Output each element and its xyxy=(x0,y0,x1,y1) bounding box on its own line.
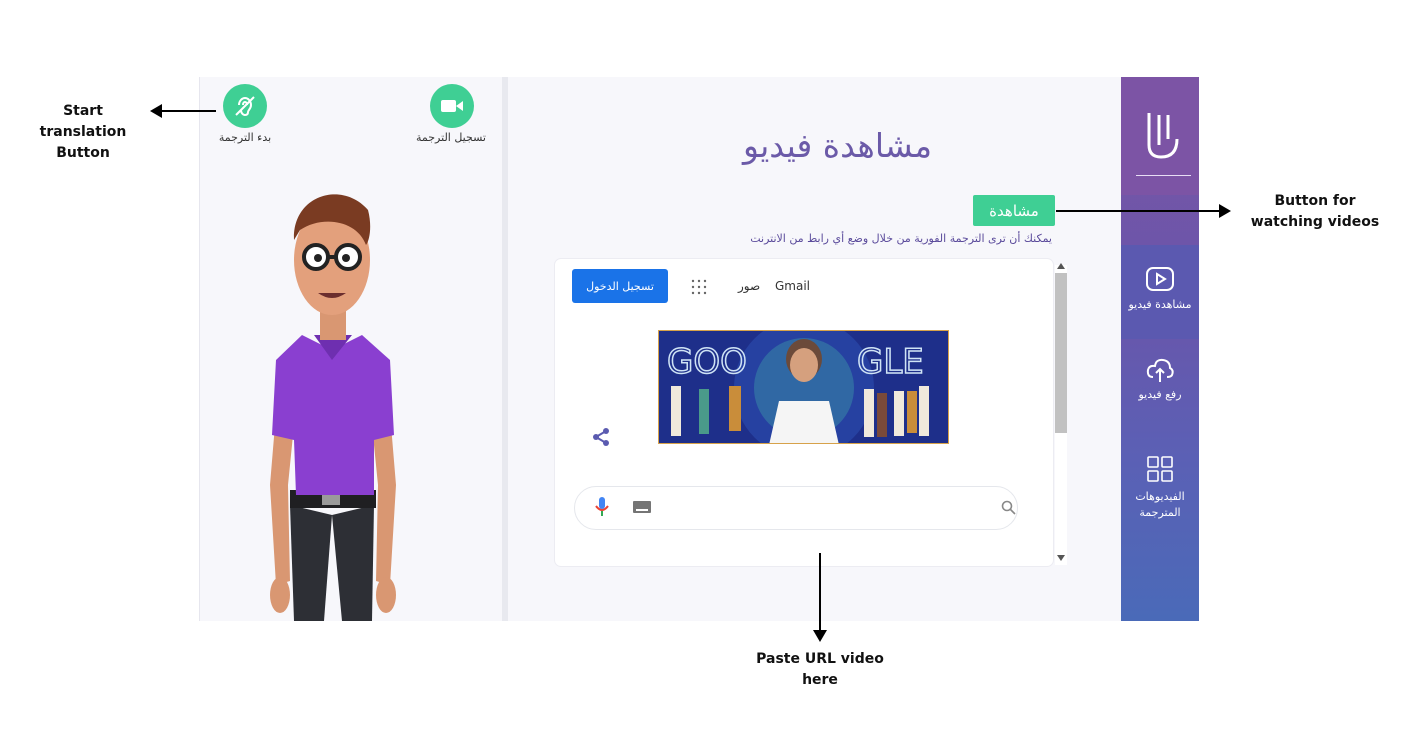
play-icon xyxy=(1146,267,1174,291)
search-icon[interactable] xyxy=(1001,500,1016,515)
logo-area xyxy=(1121,77,1199,195)
keyboard-icon[interactable] xyxy=(633,501,651,513)
page-title: مشاهدة فيديو xyxy=(743,126,932,165)
sidebar-item-label: رفع فيديو xyxy=(1138,388,1182,401)
scroll-up-arrow-icon[interactable] xyxy=(1057,263,1065,269)
logo-divider xyxy=(1136,175,1191,176)
browser-scrollbar-thumb[interactable] xyxy=(1055,273,1067,433)
doodle-letters-right: GLE xyxy=(857,342,924,382)
sidebar-item-label: الفيديوهات المترجمة xyxy=(1135,490,1185,519)
sidebar-item-upload-video[interactable]: رفع فيديو xyxy=(1121,349,1199,419)
sidebar-item-translated-videos[interactable]: الفيديوهات المترجمة xyxy=(1121,450,1199,530)
apps-grid-icon[interactable] xyxy=(690,278,708,296)
annotation-arrow-url xyxy=(819,553,821,631)
annotation-arrow-start xyxy=(160,110,216,112)
share-icon[interactable] xyxy=(590,426,612,448)
ear-icon xyxy=(235,96,255,117)
record-translation-button[interactable] xyxy=(430,84,474,128)
panel-divider xyxy=(502,77,508,621)
start-translation-label: بدء الترجمة xyxy=(218,131,272,144)
app-logo-icon xyxy=(1147,113,1179,159)
arrow-head-right-icon xyxy=(1219,204,1231,218)
doodle-letters-left: GOO xyxy=(667,342,747,382)
sidebar-item-watch-video[interactable]: مشاهدة فيديو xyxy=(1121,245,1199,339)
arrow-head-left-icon xyxy=(150,104,162,118)
record-translation-label: تسجيل الترجمة xyxy=(416,131,486,144)
video-camera-icon xyxy=(441,100,463,112)
grid-icon xyxy=(1147,456,1173,482)
images-link[interactable]: صور xyxy=(738,279,760,293)
watch-button[interactable]: مشاهدة xyxy=(973,195,1055,226)
sign-in-button[interactable]: تسجيل الدخول xyxy=(572,269,668,303)
arrow-head-down-icon xyxy=(813,630,827,642)
hint-text: يمكنك أن ترى الترجمة الفورية من خلال وضع… xyxy=(750,232,1052,245)
upload-cloud-icon xyxy=(1146,358,1174,382)
annotation-arrow-watch xyxy=(1056,210,1220,212)
start-translation-button[interactable] xyxy=(223,84,267,128)
annotation-start-translation: Start translation Button xyxy=(39,103,127,161)
sidebar-item-label: مشاهدة فيديو xyxy=(1128,298,1192,311)
annotation-paste-url: Paste URL video here xyxy=(756,651,884,688)
doodle-illustration: GOO GLE xyxy=(666,331,929,443)
google-doodle[interactable]: GOO GLE xyxy=(658,330,949,444)
annotation-watch-videos: Button for watching videos xyxy=(1250,193,1380,230)
scroll-down-arrow-icon[interactable] xyxy=(1057,555,1065,561)
sign-language-avatar xyxy=(270,194,396,621)
gmail-link[interactable]: Gmail xyxy=(775,279,810,293)
microphone-icon[interactable] xyxy=(594,496,610,518)
